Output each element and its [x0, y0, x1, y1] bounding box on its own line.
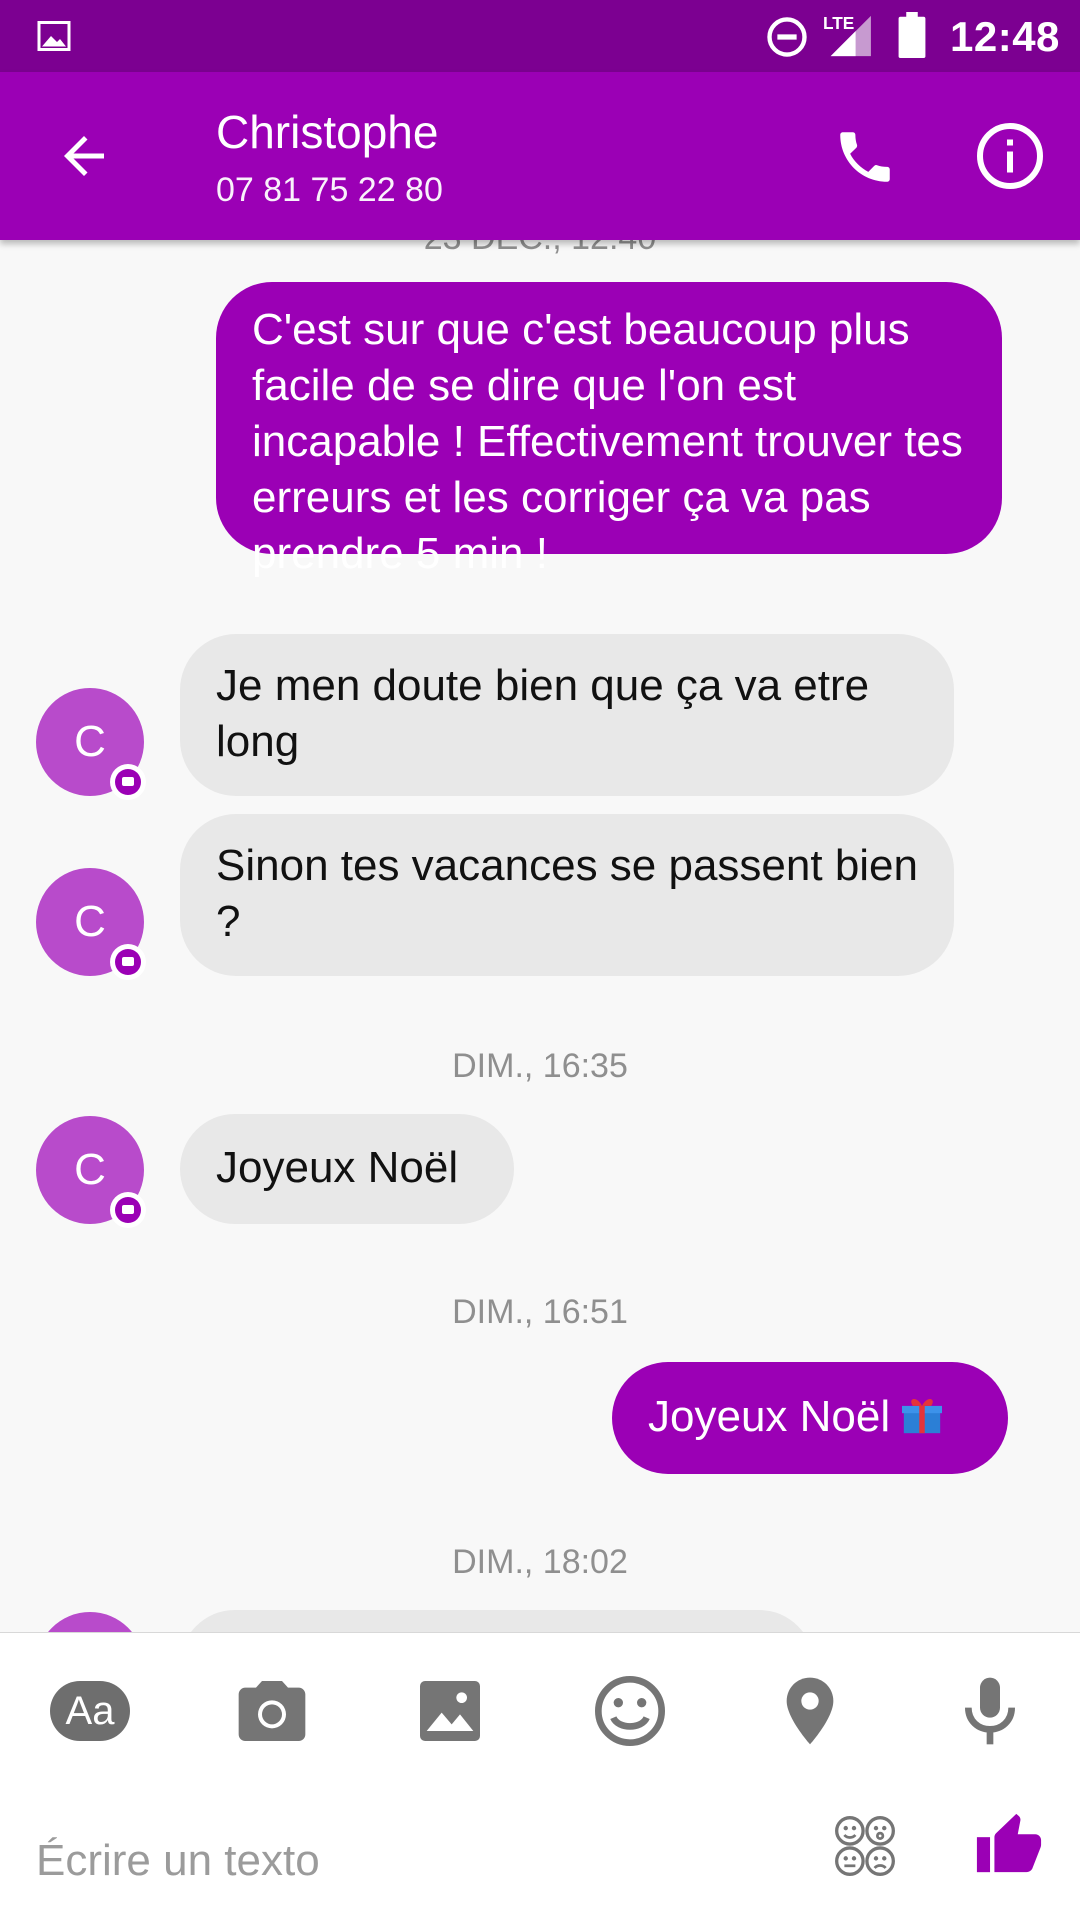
thumbs-up-icon[interactable]: [974, 1805, 1044, 1881]
avatar[interactable]: C: [36, 1116, 146, 1228]
avatar[interactable]: C: [36, 688, 146, 800]
messenger-badge-icon: [110, 764, 146, 800]
info-icon[interactable]: [974, 120, 1046, 192]
timestamp: DIM., 18:02: [452, 1543, 628, 1581]
avatar-letter: C: [74, 1145, 106, 1194]
outgoing-message-text: Joyeux Noël: [648, 1392, 891, 1441]
avatar-letter: C: [74, 897, 106, 946]
timestamp: DIM., 16:51: [452, 1293, 628, 1331]
status-bar: LTE 12:48: [0, 0, 1080, 72]
outgoing-message[interactable]: Joyeux Noël: [612, 1362, 1008, 1474]
emoji-icon[interactable]: [590, 1671, 670, 1751]
messenger-badge-icon: [110, 944, 146, 980]
message-input[interactable]: [36, 1825, 796, 1897]
incoming-message[interactable]: Je men doute bien que ça va etre long: [180, 634, 954, 796]
network-type: LTE: [823, 13, 854, 33]
text-format-icon[interactable]: Aa: [50, 1681, 130, 1741]
gallery-icon: [37, 21, 71, 51]
status-clock: 12:48: [950, 13, 1060, 60]
gift-icon: [902, 1399, 943, 1434]
phone-icon[interactable]: [832, 124, 898, 190]
avatar[interactable]: C: [36, 868, 146, 980]
message-list[interactable]: 23 DÉC., 12:40 C'est sur que c'est beauc…: [0, 240, 1080, 1632]
location-icon[interactable]: [770, 1671, 850, 1751]
conversation-header: Christophe 07 81 75 22 80: [0, 72, 1080, 240]
contact-phone-number: 07 81 75 22 80: [216, 171, 443, 209]
back-arrow-icon[interactable]: [54, 126, 114, 186]
microphone-icon[interactable]: [950, 1671, 1030, 1751]
outgoing-message[interactable]: C'est sur que c'est beaucoup plus facile…: [216, 282, 1002, 578]
camera-icon[interactable]: [232, 1671, 312, 1751]
battery-icon: [898, 12, 926, 58]
contact-name[interactable]: Christophe: [216, 104, 438, 160]
do-not-disturb-icon: [767, 17, 807, 57]
messenger-badge-icon: [110, 1192, 146, 1228]
incoming-message[interactable]: Sinon tes vacances se passent bien ?: [180, 814, 954, 976]
avatar-letter: C: [74, 717, 106, 766]
incoming-message[interactable]: [180, 1610, 814, 1632]
timestamp: 23 DÉC., 12:40: [0, 240, 1080, 258]
timestamp: DIM., 16:35: [452, 1047, 628, 1085]
incoming-message[interactable]: Joyeux Noël: [180, 1114, 514, 1224]
message-composer: Aa: [0, 1632, 1080, 1920]
signal-icon: LTE: [823, 13, 871, 57]
image-icon[interactable]: [410, 1671, 490, 1751]
avatar[interactable]: [36, 1612, 144, 1632]
sticker-icon[interactable]: [832, 1813, 898, 1879]
